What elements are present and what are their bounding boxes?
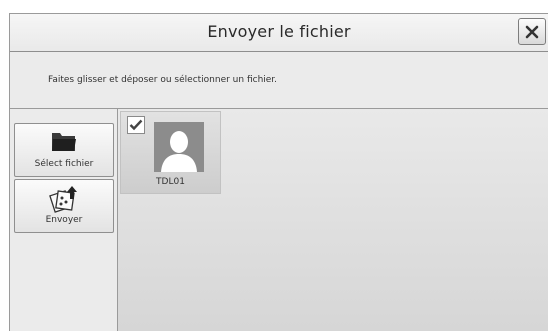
send-button[interactable]: Envoyer bbox=[14, 179, 114, 233]
file-checkbox[interactable] bbox=[127, 116, 145, 134]
dialog-title: Envoyer le fichier bbox=[207, 22, 351, 41]
checkmark-icon bbox=[129, 119, 143, 131]
file-item[interactable]: TDL01 bbox=[120, 111, 221, 194]
close-icon bbox=[525, 25, 539, 38]
send-file-dialog: Envoyer le fichier Faites glisser et dép… bbox=[9, 13, 548, 331]
sidebar: Sélect fichier Envoyer bbox=[10, 108, 117, 333]
folder-icon bbox=[52, 133, 76, 151]
select-file-label: Sélect fichier bbox=[34, 159, 94, 169]
user-avatar-icon bbox=[161, 131, 197, 172]
close-button[interactable] bbox=[518, 18, 546, 45]
instruction-text: Faites glisser et déposer ou sélectionne… bbox=[48, 75, 278, 85]
title-bar: Envoyer le fichier bbox=[10, 14, 548, 52]
file-area[interactable]: TDL01 bbox=[117, 108, 548, 331]
send-files-icon bbox=[49, 186, 77, 213]
user-avatar bbox=[154, 122, 204, 172]
select-file-button[interactable]: Sélect fichier bbox=[14, 123, 114, 177]
file-name: TDL01 bbox=[156, 177, 185, 187]
send-label: Envoyer bbox=[45, 215, 83, 225]
